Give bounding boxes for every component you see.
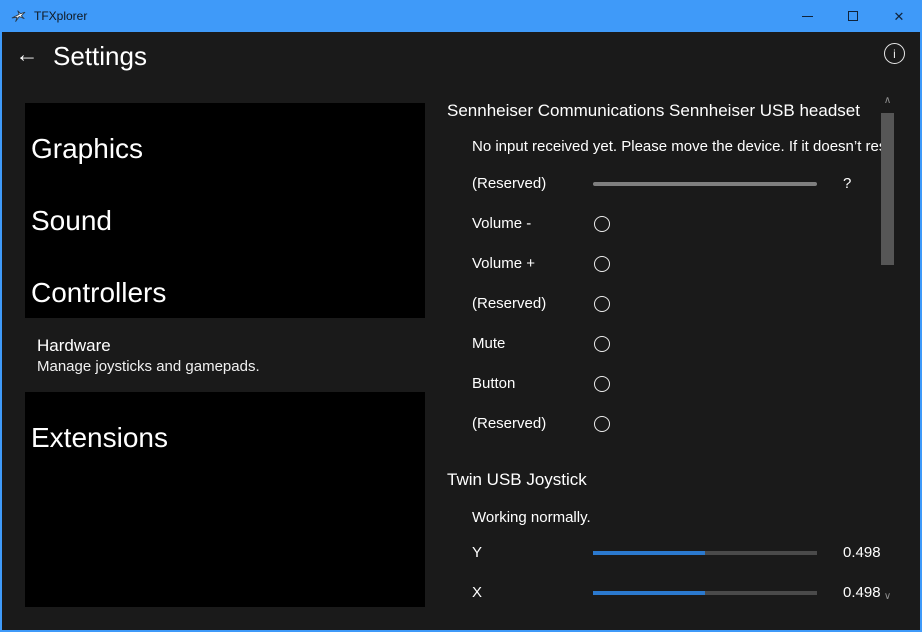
minimize-button[interactable] bbox=[784, 0, 830, 32]
scroll-up-icon[interactable]: ∧ bbox=[881, 95, 894, 109]
sidebar-item-title: Hardware bbox=[37, 336, 425, 356]
control-row: (Reserved) bbox=[472, 284, 883, 324]
sidebar-item-sound[interactable]: Sound bbox=[25, 185, 425, 257]
settings-category-list-2: Extensions bbox=[25, 392, 425, 607]
window-title: TFXplorer bbox=[34, 9, 87, 23]
scroll-down-icon[interactable]: ∨ bbox=[881, 591, 894, 605]
control-row: (Reserved) bbox=[472, 404, 883, 444]
control-label: (Reserved) bbox=[472, 404, 546, 444]
control-value: 0.498 bbox=[843, 573, 881, 607]
sidebar-item-hardware[interactable]: Hardware Manage joysticks and gamepads. bbox=[25, 318, 425, 392]
sidebar-item-graphics[interactable]: Graphics bbox=[25, 113, 425, 185]
control-label: Button bbox=[472, 364, 515, 404]
info-icon: i bbox=[893, 47, 896, 61]
button-indicator-icon bbox=[594, 216, 610, 232]
caption-buttons: ✕ bbox=[784, 0, 922, 32]
back-button[interactable]: ← bbox=[12, 41, 42, 69]
device-name: Sennheiser Communications Sennheiser USB… bbox=[447, 101, 883, 121]
control-row: Mute bbox=[472, 324, 883, 364]
sidebar-item-label: Extensions bbox=[31, 422, 168, 454]
hardware-device-pane: Sennheiser Communications Sennheiser USB… bbox=[447, 95, 883, 607]
settings-category-list: Graphics Sound Controllers bbox=[25, 103, 425, 318]
page-title: Settings bbox=[53, 41, 147, 72]
device-status: Working normally. bbox=[472, 509, 883, 527]
close-button[interactable]: ✕ bbox=[876, 0, 922, 32]
app-logo-icon bbox=[10, 8, 27, 25]
axis-slider bbox=[593, 182, 817, 186]
control-label: Volume - bbox=[472, 204, 531, 244]
control-row: Y 0.498 bbox=[472, 533, 883, 573]
titlebar: TFXplorer ✕ bbox=[0, 0, 922, 32]
device-name: Twin USB Joystick bbox=[447, 470, 883, 490]
button-indicator-icon bbox=[594, 376, 610, 392]
maximize-button[interactable] bbox=[830, 0, 876, 32]
control-row: Button bbox=[472, 364, 883, 404]
scrollbar-thumb[interactable] bbox=[881, 113, 894, 265]
button-indicator-icon bbox=[594, 296, 610, 312]
info-button[interactable]: i bbox=[884, 43, 905, 64]
app-window: TFXplorer ✕ ← Settings i Graphics Sound … bbox=[0, 0, 922, 632]
window-border-left bbox=[0, 32, 2, 632]
button-indicator-icon bbox=[594, 416, 610, 432]
device-status: No input received yet. Please move the d… bbox=[472, 138, 883, 156]
control-row: Volume + bbox=[472, 244, 883, 284]
control-value: 0.498 bbox=[843, 533, 881, 573]
close-icon: ✕ bbox=[894, 10, 905, 23]
control-label: X bbox=[472, 573, 482, 607]
control-label: (Reserved) bbox=[472, 284, 546, 324]
control-label: Volume + bbox=[472, 244, 535, 284]
axis-progress-fill bbox=[593, 591, 705, 595]
control-row: Volume - bbox=[472, 204, 883, 244]
button-indicator-icon bbox=[594, 256, 610, 272]
axis-progress-bar bbox=[593, 551, 817, 555]
sidebar-item-label: Sound bbox=[31, 205, 112, 237]
sidebar-item-extensions[interactable]: Extensions bbox=[25, 402, 425, 474]
button-indicator-icon bbox=[594, 336, 610, 352]
sidebar-item-label: Graphics bbox=[31, 133, 143, 165]
axis-progress-bar bbox=[593, 591, 817, 595]
axis-progress-fill bbox=[593, 551, 705, 555]
control-row: (Reserved) ? bbox=[472, 164, 883, 204]
sidebar-item-description: Manage joysticks and gamepads. bbox=[37, 358, 425, 376]
sidebar-item-label: Controllers bbox=[31, 277, 166, 309]
minimize-icon bbox=[802, 16, 813, 17]
vertical-scrollbar[interactable]: ∧ ∨ bbox=[881, 95, 894, 607]
control-label: Y bbox=[472, 533, 482, 573]
maximize-icon bbox=[848, 11, 858, 21]
control-label: Mute bbox=[472, 324, 505, 364]
control-label: (Reserved) bbox=[472, 164, 546, 204]
control-value: ? bbox=[843, 164, 851, 204]
sidebar-item-controllers[interactable]: Controllers bbox=[25, 257, 425, 318]
control-row: X 0.498 bbox=[472, 573, 883, 607]
